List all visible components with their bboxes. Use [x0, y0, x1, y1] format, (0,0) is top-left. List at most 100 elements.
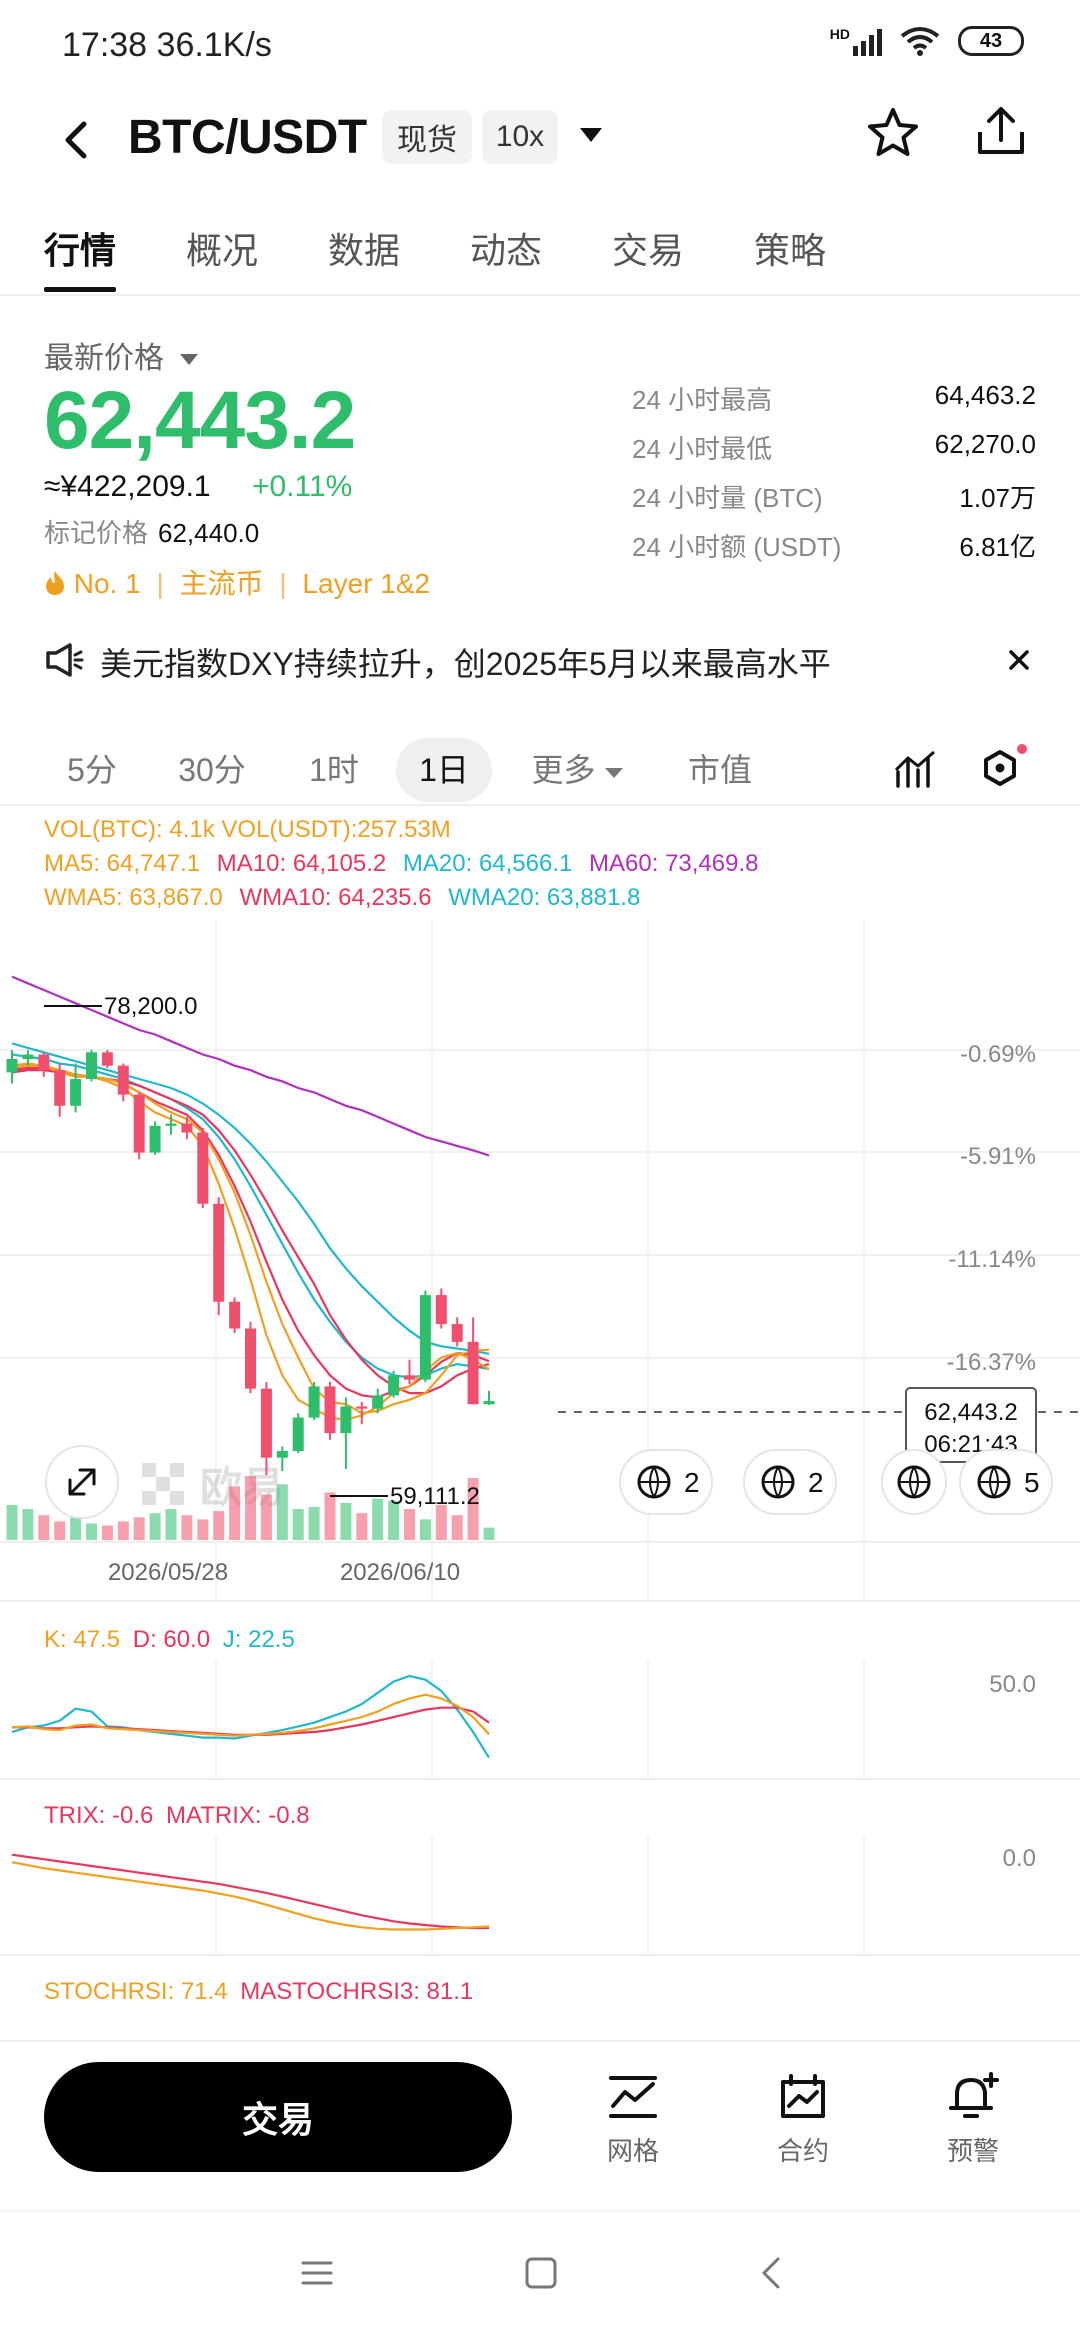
candle-body [324, 1386, 336, 1434]
candle-body [276, 1451, 288, 1458]
expand-button[interactable] [45, 1445, 119, 1519]
event-badge-2[interactable]: 2 [743, 1449, 837, 1515]
stat-volume-btc: 24 小时量 (BTC) 1.07万 [632, 483, 1036, 513]
battery-indicator: 43 [958, 26, 1024, 56]
period-market-cap[interactable]: 市值 [672, 738, 768, 802]
candle-body [388, 1375, 400, 1396]
low-label: 59,111.2 [390, 1483, 480, 1510]
stat-volume-usdt: 24 小时额 (USDT) 6.81亿 [632, 532, 1036, 562]
news-banner[interactable]: 美元指数DXY持续拉升，创2025年5月以来最高水平 [44, 637, 1044, 687]
price-change: +0.11% [252, 470, 353, 503]
stat-low: 24 小时最低 62,270.0 [632, 429, 1036, 464]
volume-bar [86, 1523, 97, 1540]
candles [6, 1050, 495, 1476]
volume-bar [101, 1525, 113, 1540]
volume-bar [133, 1517, 145, 1540]
candle-body [38, 1054, 50, 1071]
alert-button[interactable]: 预警 [918, 2072, 1028, 2168]
period-30m[interactable]: 30分 [164, 738, 260, 802]
percent-axis: -0.69% -5.91% -11.14% -16.37% [947, 1041, 1036, 1376]
kdj_d-line [12, 1706, 490, 1736]
stochrsi-legend: STOCHRSI: 71.4 MASTOCHRSI3: 81.1 [44, 1978, 474, 2005]
volume-bar [6, 1504, 18, 1540]
candle-body [117, 1065, 129, 1095]
volume-bar [229, 1486, 241, 1540]
tab-feed[interactable]: 动态 [470, 222, 542, 274]
wma-legend: WMA5: 63,867.0 WMA10: 64,235.6 WMA20: 63… [44, 884, 641, 911]
volume-bar [149, 1513, 161, 1540]
high-label: 78,200.0 [104, 993, 197, 1020]
tab-trade[interactable]: 交易 [612, 222, 684, 274]
tab-data[interactable]: 数据 [328, 222, 400, 274]
candle-body [260, 1388, 272, 1458]
tab-market[interactable]: 行情 [44, 222, 117, 292]
home-icon[interactable] [524, 2256, 558, 2290]
period-1d[interactable]: 1日 [396, 738, 492, 802]
svg-text:5: 5 [1024, 1467, 1040, 1498]
candle-body [419, 1295, 431, 1380]
pair-dropdown-icon[interactable] [578, 126, 604, 146]
rank-badge[interactable]: No. 1 [74, 568, 141, 599]
ma20-line [11, 1042, 490, 1355]
layer-badge[interactable]: Layer 1&2 [302, 568, 430, 599]
tab-overview[interactable]: 概况 [186, 222, 258, 274]
candle-body [165, 1123, 177, 1126]
fire-icon [46, 571, 64, 595]
menu-icon[interactable] [300, 2258, 334, 2288]
candle-body [54, 1070, 66, 1106]
candlestick-chart[interactable]: 欧易 78,200.0 59,111.2 -0.69% -5.91% -11.1… [0, 920, 1080, 1600]
candle-body [86, 1052, 97, 1080]
volume-bar [419, 1519, 431, 1540]
volume-legend: VOL(BTC): 4.1k VOL(USDT):257.53M [44, 816, 451, 843]
grid-button[interactable]: 网格 [578, 2072, 688, 2168]
volume-bar [451, 1515, 463, 1540]
kdj-axis-label: 50.0 [989, 1671, 1036, 1698]
candle-body [197, 1132, 209, 1204]
volume-bar [117, 1521, 129, 1540]
pair-title[interactable]: BTC/USDT [128, 110, 367, 165]
candle-body [372, 1395, 384, 1409]
back-icon[interactable] [58, 118, 94, 162]
period-1h[interactable]: 1时 [286, 738, 382, 802]
caret-down-icon [180, 354, 199, 366]
close-icon[interactable] [1008, 649, 1030, 671]
contract-button[interactable]: 合约 [748, 2072, 858, 2168]
back-nav-icon[interactable] [756, 2256, 786, 2290]
ma-legend: MA5: 64,747.1 MA10: 64,105.2 MA20: 64,56… [44, 850, 759, 877]
news-text[interactable]: 美元指数DXY持续拉升，创2025年5月以来最高水平 [100, 639, 831, 685]
favorite-star-icon[interactable] [866, 106, 920, 160]
volume-bar [372, 1498, 384, 1540]
contract-label: 合约 [776, 2136, 829, 2166]
latest-price-selector[interactable]: 最新价格 [44, 333, 200, 377]
kdj-lines [11, 1674, 490, 1759]
date-axis: 2026/05/28 2026/06/10 [108, 1559, 460, 1586]
candle-body [308, 1386, 320, 1418]
candle-body [6, 1059, 18, 1073]
candle-body [229, 1301, 241, 1329]
kdj_k-line [11, 1693, 490, 1737]
candle-body [340, 1406, 352, 1434]
price-tag-value: 62,443.2 [924, 1399, 1017, 1426]
candle-body [467, 1341, 479, 1405]
share-icon[interactable] [974, 104, 1028, 158]
period-more[interactable]: 更多 [512, 738, 644, 802]
stat-high: 24 小时最高 64,463.2 [632, 380, 1036, 415]
kdj-chart[interactable]: 50.0 [0, 1660, 1080, 1778]
pct-label-2: -5.91% [960, 1143, 1036, 1170]
svg-text:2: 2 [684, 1467, 700, 1498]
category-badge[interactable]: 主流币 [180, 568, 264, 599]
trix-line [11, 1861, 490, 1931]
trix-chart[interactable]: 0.0 [0, 1836, 1080, 1954]
volume-bar [213, 1511, 225, 1540]
contract-icon [781, 2074, 825, 2118]
trade-button[interactable]: 交易 [44, 2062, 512, 2172]
period-5m[interactable]: 5分 [44, 738, 140, 802]
chart-settings-icon[interactable] [978, 744, 1030, 796]
date-label-2: 2026/06/10 [340, 1559, 460, 1586]
indicator-toggle-icon[interactable] [894, 748, 938, 792]
volume-bar [260, 1494, 272, 1540]
bell-plus-icon [949, 2072, 999, 2118]
24h-stats: 24 小时最高 64,463.2 24 小时最低 62,270.0 24 小时量 (… [632, 380, 1036, 576]
event-badge-1[interactable]: 2 [619, 1449, 713, 1515]
tab-strategy[interactable]: 策略 [754, 222, 826, 274]
